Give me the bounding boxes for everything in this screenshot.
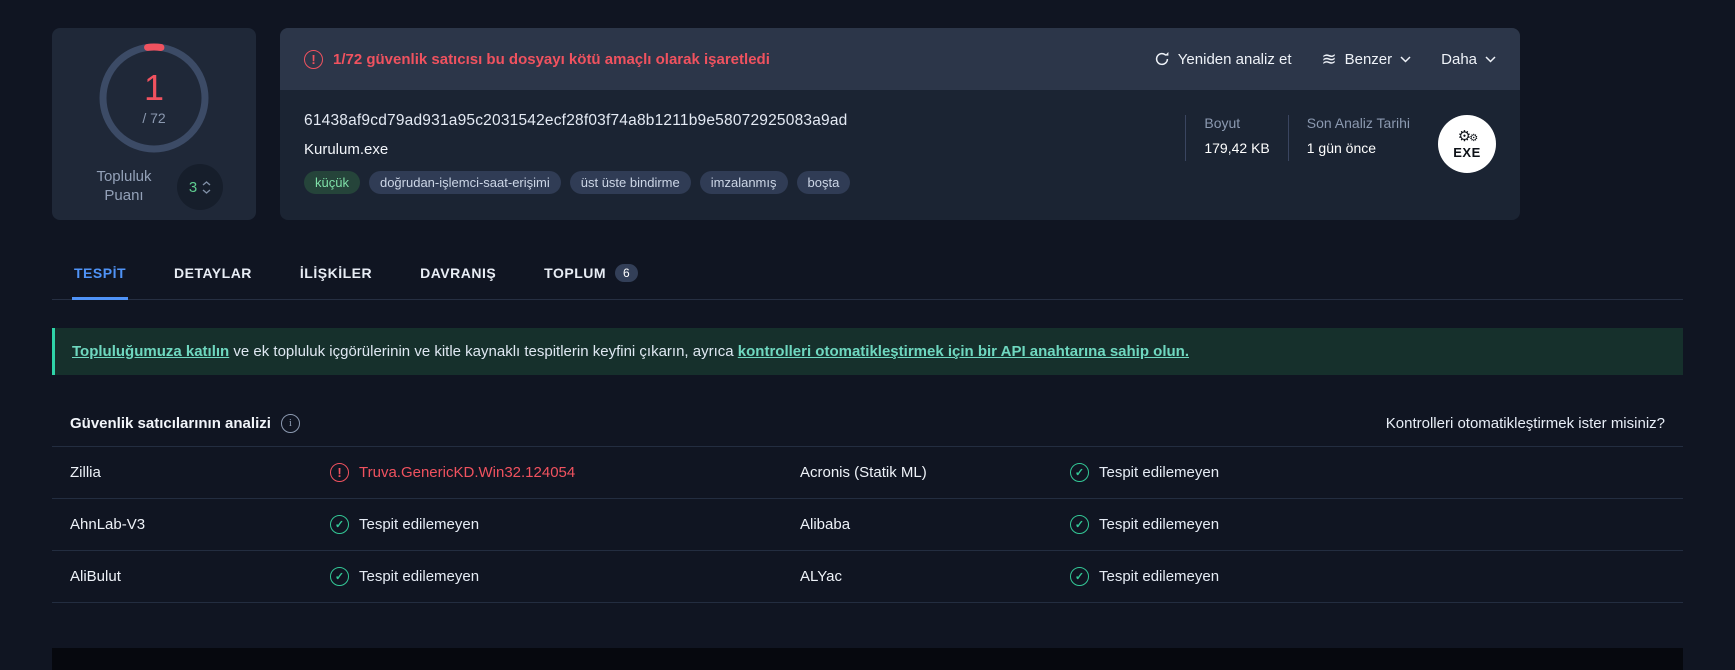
viewport-edge [52, 648, 1683, 670]
join-community-link[interactable]: Topluluğumuza katılın [72, 343, 229, 360]
divider [1287, 115, 1289, 161]
gear-icon: ⚙⚙ [1457, 127, 1478, 145]
more-button[interactable]: Daha [1441, 51, 1496, 68]
reanalyze-button[interactable]: Yeniden analiz et [1154, 51, 1292, 68]
file-size-value: 179,42 KB [1204, 140, 1270, 156]
check-icon: ✓ [1070, 463, 1089, 482]
detection-score-gauge: 1 / 72 [96, 40, 212, 156]
tag-chip[interactable]: üst üste bindirme [569, 171, 691, 194]
vendor-name: Alibaba [800, 516, 851, 533]
tab-details[interactable]: DETAYLAR [172, 248, 254, 300]
exe-file-icon: ⚙⚙ EXE [1438, 115, 1496, 173]
tag-chip[interactable]: imzalanmış [699, 171, 788, 194]
similar-button[interactable]: ≋ Benzer [1322, 50, 1412, 68]
tag-chip[interactable]: küçük [304, 171, 360, 194]
api-key-link[interactable]: kontrolleri otomatikleştirmek için bir A… [738, 343, 1189, 360]
verdict-text: 1/72 güvenlik satıcısı bu dosyayı kötü a… [333, 50, 770, 68]
detection-result: ✓ Tespit edilemeyen [330, 567, 800, 586]
chevron-down-icon [1485, 55, 1496, 63]
downvote-icon[interactable] [202, 188, 211, 194]
community-count-badge: 6 [615, 264, 639, 282]
last-analysis-value: 1 gün önce [1306, 140, 1377, 156]
file-type-label: EXE [1453, 144, 1481, 160]
vendors-analysis-header: Güvenlik satıcılarının analizi i Kontrol… [52, 400, 1683, 446]
check-icon: ✓ [1070, 515, 1089, 534]
detection-result: ✓ Tespit edilemeyen [1070, 567, 1683, 586]
detection-result: ✓ Tespit edilemeyen [330, 515, 800, 534]
chevron-down-icon [1400, 55, 1411, 63]
last-analysis-block: Son Analiz Tarihi 1 gün önce [1307, 115, 1410, 156]
file-tags: küçük doğrudan-işlemci-saat-erişimi üst … [304, 171, 1167, 194]
file-hash: 61438af9cd79ad931a95c2031542ecf28f03f74a… [304, 112, 848, 129]
similar-icon: ≋ [1321, 49, 1337, 69]
table-row: AliBulut ✓ Tespit edilemeyen ALYac ✓ Tes… [52, 550, 1683, 602]
vendors-analysis-title: Güvenlik satıcılarının analizi [70, 414, 271, 432]
detection-score-card: 1 / 72 Topluluk Puanı 3 [52, 28, 256, 220]
last-analysis-label: Son Analiz Tarihi [1306, 115, 1410, 131]
divider [1185, 115, 1187, 161]
warning-icon: ! [304, 49, 323, 69]
info-icon[interactable]: i [280, 413, 300, 433]
vendor-name: AhnLab-V3 [70, 516, 146, 533]
file-size-label: Boyut [1204, 115, 1241, 131]
verdict-bar: ! 1/72 güvenlik satıcısı bu dosyayı kötü… [280, 28, 1520, 90]
detection-result: ! Truva.GenericKD.Win32.124054 [330, 463, 800, 482]
table-row: Zillia ! Truva.GenericKD.Win32.124054 Ac… [52, 446, 1683, 498]
report-tabs: TESPİT DETAYLAR İLİŞKİLER DAVRANIŞ TOPLU… [52, 248, 1683, 300]
table-row [52, 602, 1683, 649]
file-report-header: ! 1/72 güvenlik satıcısı bu dosyayı kötü… [280, 28, 1520, 220]
detections-total: / 72 [142, 110, 166, 126]
vendor-name: ALYac [800, 568, 842, 585]
check-icon: ✓ [330, 515, 349, 534]
check-icon: ✓ [1070, 567, 1089, 586]
detection-result: ✓ Tespit edilemeyen [1070, 463, 1683, 482]
table-row: AhnLab-V3 ✓ Tespit edilemeyen Alibaba ✓ … [52, 498, 1683, 550]
detection-result: ✓ Tespit edilemeyen [1070, 515, 1683, 534]
tab-community[interactable]: TOPLUM 6 [542, 248, 640, 300]
upvote-icon[interactable] [202, 180, 211, 186]
tab-relations[interactable]: İLİŞKİLER [298, 248, 374, 300]
community-score-control[interactable]: 3 [177, 164, 223, 210]
banner-text: ve ek topluluk içgörülerinin ve kitle ka… [229, 343, 738, 360]
tag-chip[interactable]: doğrudan-işlemci-saat-erişimi [368, 171, 561, 194]
vendor-name: Zillia [70, 464, 101, 481]
tag-chip[interactable]: boşta [796, 171, 851, 194]
tab-detection[interactable]: TESPİT [72, 248, 129, 300]
detections-count: 1 [143, 67, 165, 108]
community-join-banner: Topluluğumuza katılın ve ek topluluk içg… [52, 328, 1683, 375]
vendors-table: Zillia ! Truva.GenericKD.Win32.124054 Ac… [52, 446, 1683, 649]
malicious-icon: ! [330, 463, 349, 482]
automate-checks-link[interactable]: Kontrolleri otomatikleştirmek ister misi… [1386, 415, 1665, 432]
refresh-icon [1155, 52, 1169, 66]
file-size-block: Boyut 179,42 KB [1204, 115, 1269, 156]
community-score-label: Topluluk Puanı [96, 168, 152, 204]
vendor-name: Acronis (Statik ML) [800, 464, 927, 481]
check-icon: ✓ [330, 567, 349, 586]
community-score-value: 3 [188, 178, 198, 196]
vendor-name: AliBulut [70, 568, 121, 585]
tab-behavior[interactable]: DAVRANIŞ [418, 248, 498, 300]
file-name: Kurulum.exe [304, 141, 389, 158]
